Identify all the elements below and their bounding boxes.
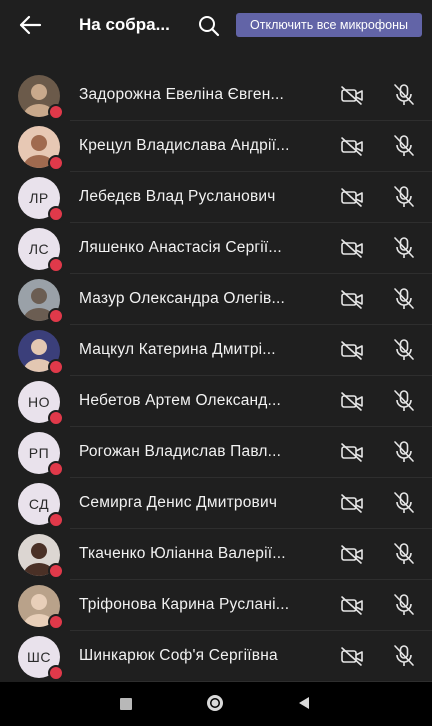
participant-name: Семирга Денис Дмитрович <box>79 494 278 511</box>
camera-off-icon[interactable] <box>340 237 364 259</box>
participant-name: Ляшенко Анастасія Сергії... <box>79 239 282 256</box>
status-dot <box>48 308 64 324</box>
mic-off-icon[interactable] <box>392 337 416 363</box>
status-dot <box>48 155 64 171</box>
participant-name: Мацкул Катерина Дмитрі... <box>79 341 276 358</box>
mic-off-icon[interactable] <box>392 184 416 210</box>
participant-name: Крецул Владислава Андрії... <box>79 137 290 154</box>
page-title: На собра... <box>79 15 170 34</box>
mic-off-icon[interactable] <box>392 286 416 312</box>
status-dot <box>48 104 64 120</box>
back-button[interactable] <box>14 10 46 40</box>
status-dot <box>48 614 64 630</box>
camera-off-icon[interactable] <box>340 288 364 310</box>
mic-off-icon[interactable] <box>392 541 416 567</box>
status-dot <box>48 461 64 477</box>
participant-name: Тріфонова Карина Руслані... <box>79 596 290 613</box>
participant-row[interactable]: Мацкул Катерина Дмитрі... <box>0 325 432 376</box>
status-dot <box>48 512 64 528</box>
participant-row[interactable]: Мазур Олександра Олегів... <box>0 274 432 325</box>
participant-name: Шинкарюк Соф'я Сергіївна <box>79 647 278 664</box>
camera-off-icon[interactable] <box>340 339 364 361</box>
participant-row[interactable]: Крецул Владислава Андрії... <box>0 121 432 172</box>
participant-row[interactable]: Ткаченко Юліанна Валерії... <box>0 529 432 580</box>
camera-off-icon[interactable] <box>340 645 364 667</box>
participant-row[interactable]: РП Рогожан Владислав Павл... <box>0 427 432 478</box>
participant-name: Задорожна Евеліна Євген... <box>79 86 285 103</box>
participant-row[interactable]: Тріфонова Карина Руслані... <box>0 580 432 631</box>
participant-row[interactable]: ЛР Лебедєв Влад Русланович <box>0 172 432 223</box>
arrow-left-icon <box>19 15 42 35</box>
search-button[interactable] <box>196 13 222 39</box>
home-icon[interactable] <box>206 694 224 712</box>
participant-row[interactable]: НО Небетов Артем Олександ... <box>0 376 432 427</box>
mic-off-icon[interactable] <box>392 388 416 414</box>
status-dot <box>48 410 64 426</box>
camera-off-icon[interactable] <box>340 492 364 514</box>
search-icon <box>199 16 220 37</box>
status-dot <box>48 206 64 222</box>
camera-off-icon[interactable] <box>340 135 364 157</box>
status-dot <box>48 563 64 579</box>
mic-off-icon[interactable] <box>392 82 416 108</box>
participant-row[interactable]: ШС Шинкарюк Соф'я Сергіївна <box>0 631 432 682</box>
participant-name: Лебедєв Влад Русланович <box>79 188 276 205</box>
mic-off-icon[interactable] <box>392 592 416 618</box>
participant-row[interactable]: Задорожна Евеліна Євген... <box>0 70 432 121</box>
mic-off-icon[interactable] <box>392 643 416 669</box>
mic-off-icon[interactable] <box>392 439 416 465</box>
status-dot <box>48 665 64 681</box>
participant-row[interactable]: СД Семирга Денис Дмитрович <box>0 478 432 529</box>
status-dot <box>48 257 64 273</box>
recents-icon[interactable] <box>120 698 132 710</box>
participant-name: Мазур Олександра Олегів... <box>79 290 285 307</box>
participant-name: Ткаченко Юліанна Валерії... <box>79 545 286 562</box>
top-bar: На собра... Отключить все микрофоны <box>0 0 432 50</box>
mute-all-button[interactable]: Отключить все микрофоны <box>236 13 422 37</box>
status-dot <box>48 359 64 375</box>
android-nav-bar <box>0 682 432 726</box>
participant-name: Рогожан Владислав Павл... <box>79 443 282 460</box>
camera-off-icon[interactable] <box>340 84 364 106</box>
camera-off-icon[interactable] <box>340 390 364 412</box>
camera-off-icon[interactable] <box>340 543 364 565</box>
mic-off-icon[interactable] <box>392 235 416 261</box>
participant-list: Задорожна Евеліна Євген... Крецул Владисл… <box>0 0 432 682</box>
mic-off-icon[interactable] <box>392 133 416 159</box>
nav-back-icon[interactable] <box>296 695 312 711</box>
camera-off-icon[interactable] <box>340 441 364 463</box>
participant-name: Небетов Артем Олександ... <box>79 392 282 409</box>
participant-row[interactable]: ЛС Ляшенко Анастасія Сергії... <box>0 223 432 274</box>
mic-off-icon[interactable] <box>392 490 416 516</box>
camera-off-icon[interactable] <box>340 594 364 616</box>
camera-off-icon[interactable] <box>340 186 364 208</box>
